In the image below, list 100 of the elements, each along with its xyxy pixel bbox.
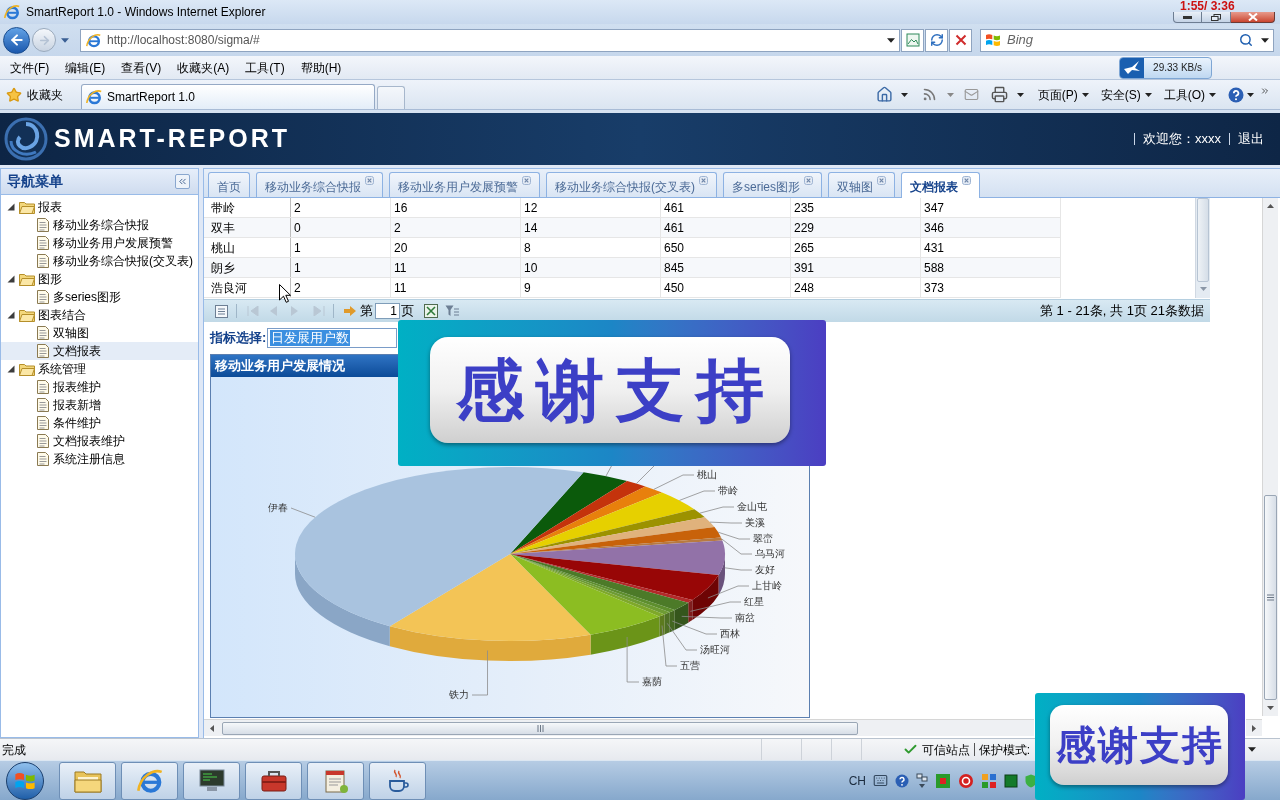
search-field[interactable]: Bing	[980, 28, 1274, 52]
nested-squares-tray-icon[interactable]	[935, 772, 951, 789]
minimize-button[interactable]	[1173, 12, 1202, 23]
network-icon[interactable]	[916, 772, 928, 789]
tree-folder[interactable]: 图表结合	[1, 306, 198, 324]
sidebar-title: 导航菜单	[7, 172, 63, 191]
help-button[interactable]	[1228, 86, 1254, 103]
tab[interactable]: 文档报表	[901, 172, 980, 198]
close-icon[interactable]	[365, 176, 374, 185]
slice-label: 南岔	[735, 611, 755, 623]
favorites-button[interactable]: 收藏夹	[6, 85, 63, 104]
slice-label: 美溪	[745, 516, 765, 528]
mail-button[interactable]	[963, 87, 979, 102]
caret-icon	[61, 37, 69, 43]
close-icon[interactable]	[877, 176, 886, 185]
home-button[interactable]	[875, 86, 908, 103]
tiles-tray-icon[interactable]	[981, 772, 997, 789]
restore-button[interactable]	[1202, 12, 1231, 23]
tree-folder[interactable]: 报表	[1, 198, 198, 216]
menu-item[interactable]: 文件(F)	[8, 58, 52, 77]
leader-line	[471, 650, 488, 696]
tree-item[interactable]: 文档报表维护	[1, 432, 198, 450]
scroll-right-button[interactable]	[1246, 719, 1262, 736]
menu-item[interactable]: 编辑(E)	[63, 58, 108, 77]
help-icon[interactable]	[895, 773, 909, 788]
close-icon[interactable]	[962, 176, 971, 185]
table-cell: 2	[291, 278, 391, 297]
start-button[interactable]	[6, 761, 44, 800]
caret-icon	[887, 37, 895, 43]
slice-label: 伊春	[268, 501, 288, 513]
scrollbar-thumb[interactable]	[1264, 495, 1277, 700]
menu-item[interactable]: 查看(V)	[119, 58, 164, 77]
document-icon	[37, 326, 49, 340]
funnel-icon[interactable]	[445, 305, 459, 317]
keyboard-icon[interactable]	[873, 773, 888, 788]
tab[interactable]: 移动业务用户发展预警	[389, 172, 540, 197]
taskbar-button[interactable]	[183, 761, 240, 800]
menu-item[interactable]: 帮助(H)	[298, 58, 344, 77]
compatibility-button[interactable]	[901, 28, 924, 52]
feed-icon	[921, 87, 937, 102]
tree-item[interactable]: 条件维护	[1, 414, 198, 432]
table-cell: 桃山	[204, 238, 291, 257]
feeds-button[interactable]	[921, 87, 954, 102]
slice-label: 嘉荫	[642, 675, 662, 687]
scrollbar-thumb[interactable]	[1197, 198, 1209, 282]
tab[interactable]: 首页	[208, 172, 250, 197]
tree-item[interactable]: 系统注册信息	[1, 450, 198, 468]
slice-label: 铁力	[449, 688, 469, 700]
taskbar-button[interactable]	[369, 761, 426, 800]
chip-tray-icon[interactable]	[1004, 773, 1018, 788]
tree-item[interactable]: 报表维护	[1, 378, 198, 396]
record-tray-icon[interactable]	[958, 772, 974, 789]
tree-folder[interactable]: 系统管理	[1, 360, 198, 378]
tree-item[interactable]: 双轴图	[1, 324, 198, 342]
tree-item[interactable]: 移动业务综合快报	[1, 216, 198, 234]
minimize-icon	[1183, 15, 1192, 19]
close-icon[interactable]	[699, 176, 708, 185]
close-icon[interactable]	[522, 176, 531, 185]
tree-folder[interactable]: 图形	[1, 270, 198, 288]
menu-item[interactable]: 工具(T)	[243, 58, 287, 77]
tab[interactable]: 双轴图	[828, 172, 895, 197]
command-menu[interactable]: 工具(O)	[1163, 85, 1216, 104]
tree-item[interactable]: 多series图形	[1, 288, 198, 306]
back-button[interactable]	[3, 26, 30, 54]
document-icon	[37, 398, 49, 412]
tab[interactable]: 移动业务综合快报	[256, 172, 383, 197]
browser-tab[interactable]: SmartReport 1.0	[81, 84, 375, 109]
tree-item[interactable]: 文档报表	[1, 342, 198, 360]
table-cell: 431	[921, 238, 1061, 257]
scrollbar-thumb[interactable]	[222, 721, 858, 735]
tab[interactable]: 移动业务综合快报(交叉表)	[546, 172, 717, 197]
taskbar-button[interactable]	[307, 761, 364, 800]
caret-icon	[900, 92, 908, 97]
double-chevron-right-icon[interactable]	[1260, 85, 1270, 96]
security-zone-text: 可信站点	[921, 741, 970, 759]
tree-item[interactable]: 报表新增	[1, 396, 198, 414]
language-indicator[interactable]: CH	[848, 771, 866, 790]
refresh-button[interactable]	[925, 28, 948, 52]
address-field[interactable]: http://localhost:8080/sigma/#	[80, 28, 900, 52]
logout-link[interactable]: 退出	[1238, 129, 1264, 149]
menu-item[interactable]: 收藏夹(A)	[175, 58, 232, 77]
page-input[interactable]: 1	[375, 303, 400, 319]
tree-item[interactable]: 移动业务综合快报(交叉表)	[1, 252, 198, 270]
double-chevron-left-icon	[177, 176, 188, 187]
tab[interactable]: 多series图形	[723, 172, 822, 197]
tree-item[interactable]: 移动业务用户发展预警	[1, 234, 198, 252]
close-button[interactable]	[1231, 12, 1275, 23]
close-icon[interactable]	[804, 176, 813, 185]
monitor-icon	[197, 768, 226, 793]
printer-icon	[990, 86, 1008, 103]
command-menu[interactable]: 页面(P)	[1037, 85, 1089, 104]
table-icon[interactable]	[215, 304, 228, 318]
collapse-button[interactable]	[175, 174, 190, 189]
command-menu[interactable]: 安全(S)	[1100, 85, 1152, 104]
spreadsheet-icon[interactable]	[424, 304, 438, 318]
taskbar-button[interactable]	[245, 761, 302, 800]
swirl-logo-icon	[4, 117, 48, 161]
print-button[interactable]	[990, 86, 1024, 103]
stop-button[interactable]	[949, 28, 972, 52]
caret-icon	[1267, 706, 1274, 710]
